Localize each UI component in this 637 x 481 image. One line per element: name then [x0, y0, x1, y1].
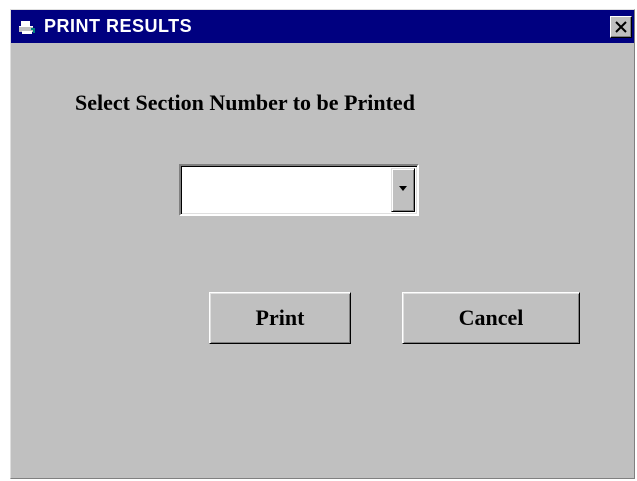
- chevron-down-icon: [399, 186, 407, 191]
- dropdown-button[interactable]: [391, 168, 415, 212]
- close-icon: [615, 21, 627, 33]
- printer-app-icon: [18, 20, 36, 35]
- close-button[interactable]: [610, 16, 632, 38]
- print-results-dialog: PRINT RESULTS Select Section Number to b…: [10, 9, 635, 479]
- window-title: PRINT RESULTS: [44, 16, 193, 36]
- cancel-button[interactable]: Cancel: [402, 292, 580, 344]
- print-button[interactable]: Print: [209, 292, 351, 344]
- prompt-label: Select Section Number to be Printed: [75, 90, 415, 115]
- title-bar[interactable]: PRINT RESULTS: [11, 10, 634, 43]
- section-number-select[interactable]: [179, 164, 419, 216]
